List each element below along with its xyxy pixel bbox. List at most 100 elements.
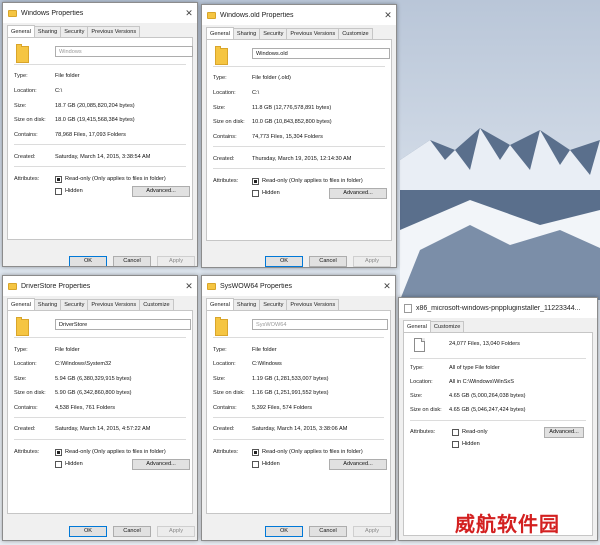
tab-general[interactable]: General (403, 320, 431, 332)
ok-button[interactable]: OK (69, 526, 107, 537)
hidden-checkbox[interactable] (252, 190, 259, 197)
folder-icon (207, 282, 216, 290)
cancel-button[interactable]: Cancel (113, 526, 151, 537)
contains-label: Contains: (14, 405, 38, 411)
tab-security[interactable]: Security (259, 28, 288, 39)
location-label: Location: (14, 361, 37, 367)
tab-security[interactable]: Security (60, 26, 89, 37)
readonly-checkbox[interactable] (252, 449, 259, 456)
size-on-disk-value: 1.16 GB (1,251,991,552 bytes) (252, 390, 329, 396)
separator (14, 64, 186, 65)
location-label: Location: (213, 361, 236, 367)
folder-icon (215, 317, 228, 336)
close-button[interactable]: ✕ (380, 10, 396, 21)
size-label: Size: (14, 376, 27, 382)
readonly-label: Read-only (Only applies to files in fold… (65, 449, 166, 455)
location-label: Location: (213, 90, 236, 96)
advanced-button[interactable]: Advanced... (329, 459, 387, 470)
apply-button[interactable]: Apply (353, 526, 391, 537)
created-value: Saturday, March 14, 2015, 3:38:06 AM (252, 426, 348, 432)
general-panel: DriverStore Type: File folder Location: … (7, 310, 193, 514)
size-on-disk-label: Size on disk: (14, 390, 46, 396)
tab-sharing[interactable]: Sharing (232, 28, 261, 39)
hidden-checkbox[interactable] (252, 461, 259, 468)
tab-bar: General Sharing Security Previous Versio… (206, 27, 373, 39)
attributes-label: Attributes: (14, 449, 40, 455)
separator (14, 337, 186, 338)
readonly-checkbox[interactable] (452, 429, 459, 436)
windows-properties-dialog: Windows Properties ✕ General Sharing Sec… (2, 2, 198, 267)
ok-button[interactable]: OK (265, 256, 303, 267)
created-value: Saturday, March 14, 2015, 4:57:22 AM (55, 426, 151, 432)
window-title: DriverStore Properties (21, 282, 91, 290)
type-label: Type: (410, 365, 424, 371)
tab-previous-versions[interactable]: Previous Versions (286, 299, 340, 310)
cancel-button[interactable]: Cancel (309, 526, 347, 537)
tab-general[interactable]: General (7, 298, 35, 310)
folder-name-field[interactable]: Windows (55, 46, 193, 57)
cancel-button[interactable]: Cancel (113, 256, 151, 266)
advanced-button[interactable]: Advanced... (329, 188, 387, 199)
close-button[interactable]: ✕ (181, 281, 197, 292)
size-value: 18.7 GB (20,085,820,204 bytes) (55, 103, 135, 109)
tab-customize[interactable]: Customize (338, 28, 373, 39)
tab-sharing[interactable]: Sharing (232, 299, 261, 310)
ok-button[interactable]: OK (265, 526, 303, 537)
hidden-checkbox[interactable] (55, 461, 62, 468)
folder-name-field[interactable]: DriverStore (55, 319, 191, 330)
tab-bar: General Sharing Security Previous Versio… (206, 298, 340, 310)
title-bar: Windows Properties ✕ (3, 3, 197, 23)
close-button[interactable]: ✕ (379, 281, 395, 292)
apply-button[interactable]: Apply (157, 256, 195, 266)
advanced-button[interactable]: Advanced... (132, 459, 190, 470)
size-label: Size: (14, 103, 27, 109)
tab-security[interactable]: Security (259, 299, 288, 310)
driverstore-properties-dialog: DriverStore Properties ✕ General Sharing… (2, 275, 198, 541)
type-label: Type: (14, 347, 28, 353)
folder-name-field[interactable]: SysWOW64 (252, 319, 388, 330)
ok-button[interactable]: OK (69, 256, 107, 266)
advanced-button[interactable]: Advanced... (544, 427, 584, 438)
tab-bar: General Customize (403, 320, 465, 332)
readonly-label: Read-only (Only applies to files in fold… (262, 449, 363, 455)
tab-sharing[interactable]: Sharing (33, 26, 62, 37)
readonly-checkbox[interactable] (55, 176, 62, 183)
tab-previous-versions[interactable]: Previous Versions (87, 299, 141, 310)
location-value: C:\ (55, 88, 63, 94)
readonly-checkbox[interactable] (55, 449, 62, 456)
watermark-text: 威航软件园 (455, 512, 560, 536)
tab-previous-versions[interactable]: Previous Versions (87, 26, 141, 37)
readonly-label: Read-only (Only applies to files in fold… (262, 178, 363, 184)
folder-icon (16, 317, 29, 336)
tab-customize[interactable]: Customize (429, 321, 465, 332)
close-button[interactable]: ✕ (181, 8, 197, 19)
readonly-checkbox[interactable] (252, 178, 259, 185)
created-label: Created: (14, 426, 36, 432)
tab-previous-versions[interactable]: Previous Versions (286, 28, 340, 39)
tab-security[interactable]: Security (60, 299, 89, 310)
tab-general[interactable]: General (206, 298, 234, 310)
advanced-button[interactable]: Advanced... (132, 186, 190, 197)
folder-name-field[interactable]: Windows.old (252, 48, 390, 59)
tab-general[interactable]: General (7, 25, 35, 37)
tab-customize[interactable]: Customize (139, 299, 174, 310)
hidden-checkbox[interactable] (452, 441, 459, 448)
readonly-label: Read-only (Only applies to files in fold… (65, 176, 166, 182)
window-title: x86_microsoft-windows-pnppluginstaller_1… (416, 304, 581, 312)
cancel-button[interactable]: Cancel (309, 256, 347, 267)
separator (14, 417, 186, 418)
tab-general[interactable]: General (206, 27, 234, 39)
hidden-label: Hidden (262, 461, 280, 467)
window-title: SysWOW64 Properties (220, 282, 292, 290)
type-value: All of type File folder (449, 365, 500, 371)
apply-button[interactable]: Apply (353, 256, 391, 267)
folder-icon (215, 46, 228, 65)
apply-button[interactable]: Apply (157, 526, 195, 537)
hidden-label: Hidden (65, 461, 83, 467)
size-label: Size: (410, 393, 423, 399)
readonly-label: Read-only (462, 429, 488, 435)
tab-sharing[interactable]: Sharing (33, 299, 62, 310)
general-panel: SysWOW64 Type: File folder Location: C:\… (206, 310, 391, 514)
hidden-checkbox[interactable] (55, 188, 62, 195)
file-icon (414, 338, 425, 352)
